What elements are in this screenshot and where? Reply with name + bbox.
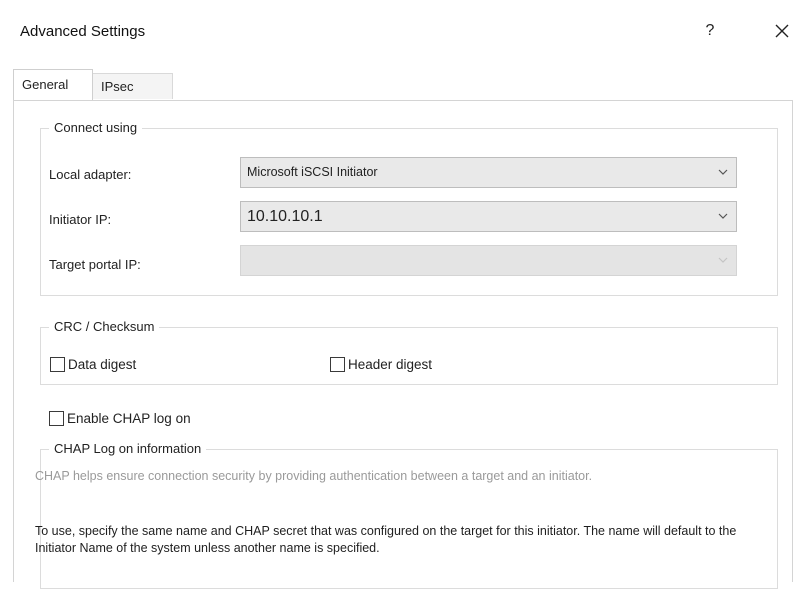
window-title: Advanced Settings bbox=[20, 23, 146, 40]
data-digest-label: Data digest bbox=[68, 357, 137, 372]
close-button[interactable] bbox=[768, 17, 796, 45]
enable-chap-checkbox[interactable] bbox=[49, 411, 64, 426]
initiator-ip-value: 10.10.10.1 bbox=[247, 208, 323, 225]
chevron-down-icon bbox=[718, 257, 728, 263]
header-digest-option[interactable]: Header digest bbox=[330, 357, 432, 372]
chap-info-legend: CHAP Log on information bbox=[49, 441, 207, 456]
help-button[interactable]: ? bbox=[698, 18, 722, 44]
crc-checksum-group: CRC / Checksum bbox=[40, 319, 778, 385]
local-adapter-dropdown[interactable]: Microsoft iSCSI Initiator bbox=[240, 157, 737, 188]
title-bar: Advanced Settings ? bbox=[0, 0, 805, 62]
local-adapter-value: Microsoft iSCSI Initiator bbox=[247, 165, 378, 179]
tab-ipsec[interactable]: IPsec bbox=[93, 73, 173, 99]
header-digest-checkbox[interactable] bbox=[330, 357, 345, 372]
enable-chap-label: Enable CHAP log on bbox=[67, 411, 191, 426]
connect-using-legend: Connect using bbox=[49, 120, 143, 135]
chap-description: CHAP helps ensure connection security by… bbox=[35, 469, 593, 483]
chevron-down-icon bbox=[718, 169, 728, 175]
initiator-ip-dropdown[interactable]: 10.10.10.1 bbox=[240, 201, 737, 232]
target-portal-ip-label: Target portal IP: bbox=[49, 257, 141, 272]
tab-general[interactable]: General bbox=[13, 69, 93, 100]
chap-instructions: To use, specify the same name and CHAP s… bbox=[35, 524, 737, 555]
data-digest-option[interactable]: Data digest bbox=[50, 357, 136, 372]
crc-checksum-legend: CRC / Checksum bbox=[49, 319, 160, 334]
close-icon bbox=[775, 24, 789, 38]
enable-chap-option[interactable]: Enable CHAP log on bbox=[49, 411, 191, 426]
local-adapter-label: Local adapter: bbox=[49, 167, 132, 182]
initiator-ip-label: Initiator IP: bbox=[49, 212, 112, 227]
header-digest-label: Header digest bbox=[348, 357, 433, 372]
chevron-down-icon bbox=[718, 213, 728, 219]
data-digest-checkbox[interactable] bbox=[50, 357, 65, 372]
target-portal-ip-dropdown[interactable] bbox=[240, 245, 737, 276]
